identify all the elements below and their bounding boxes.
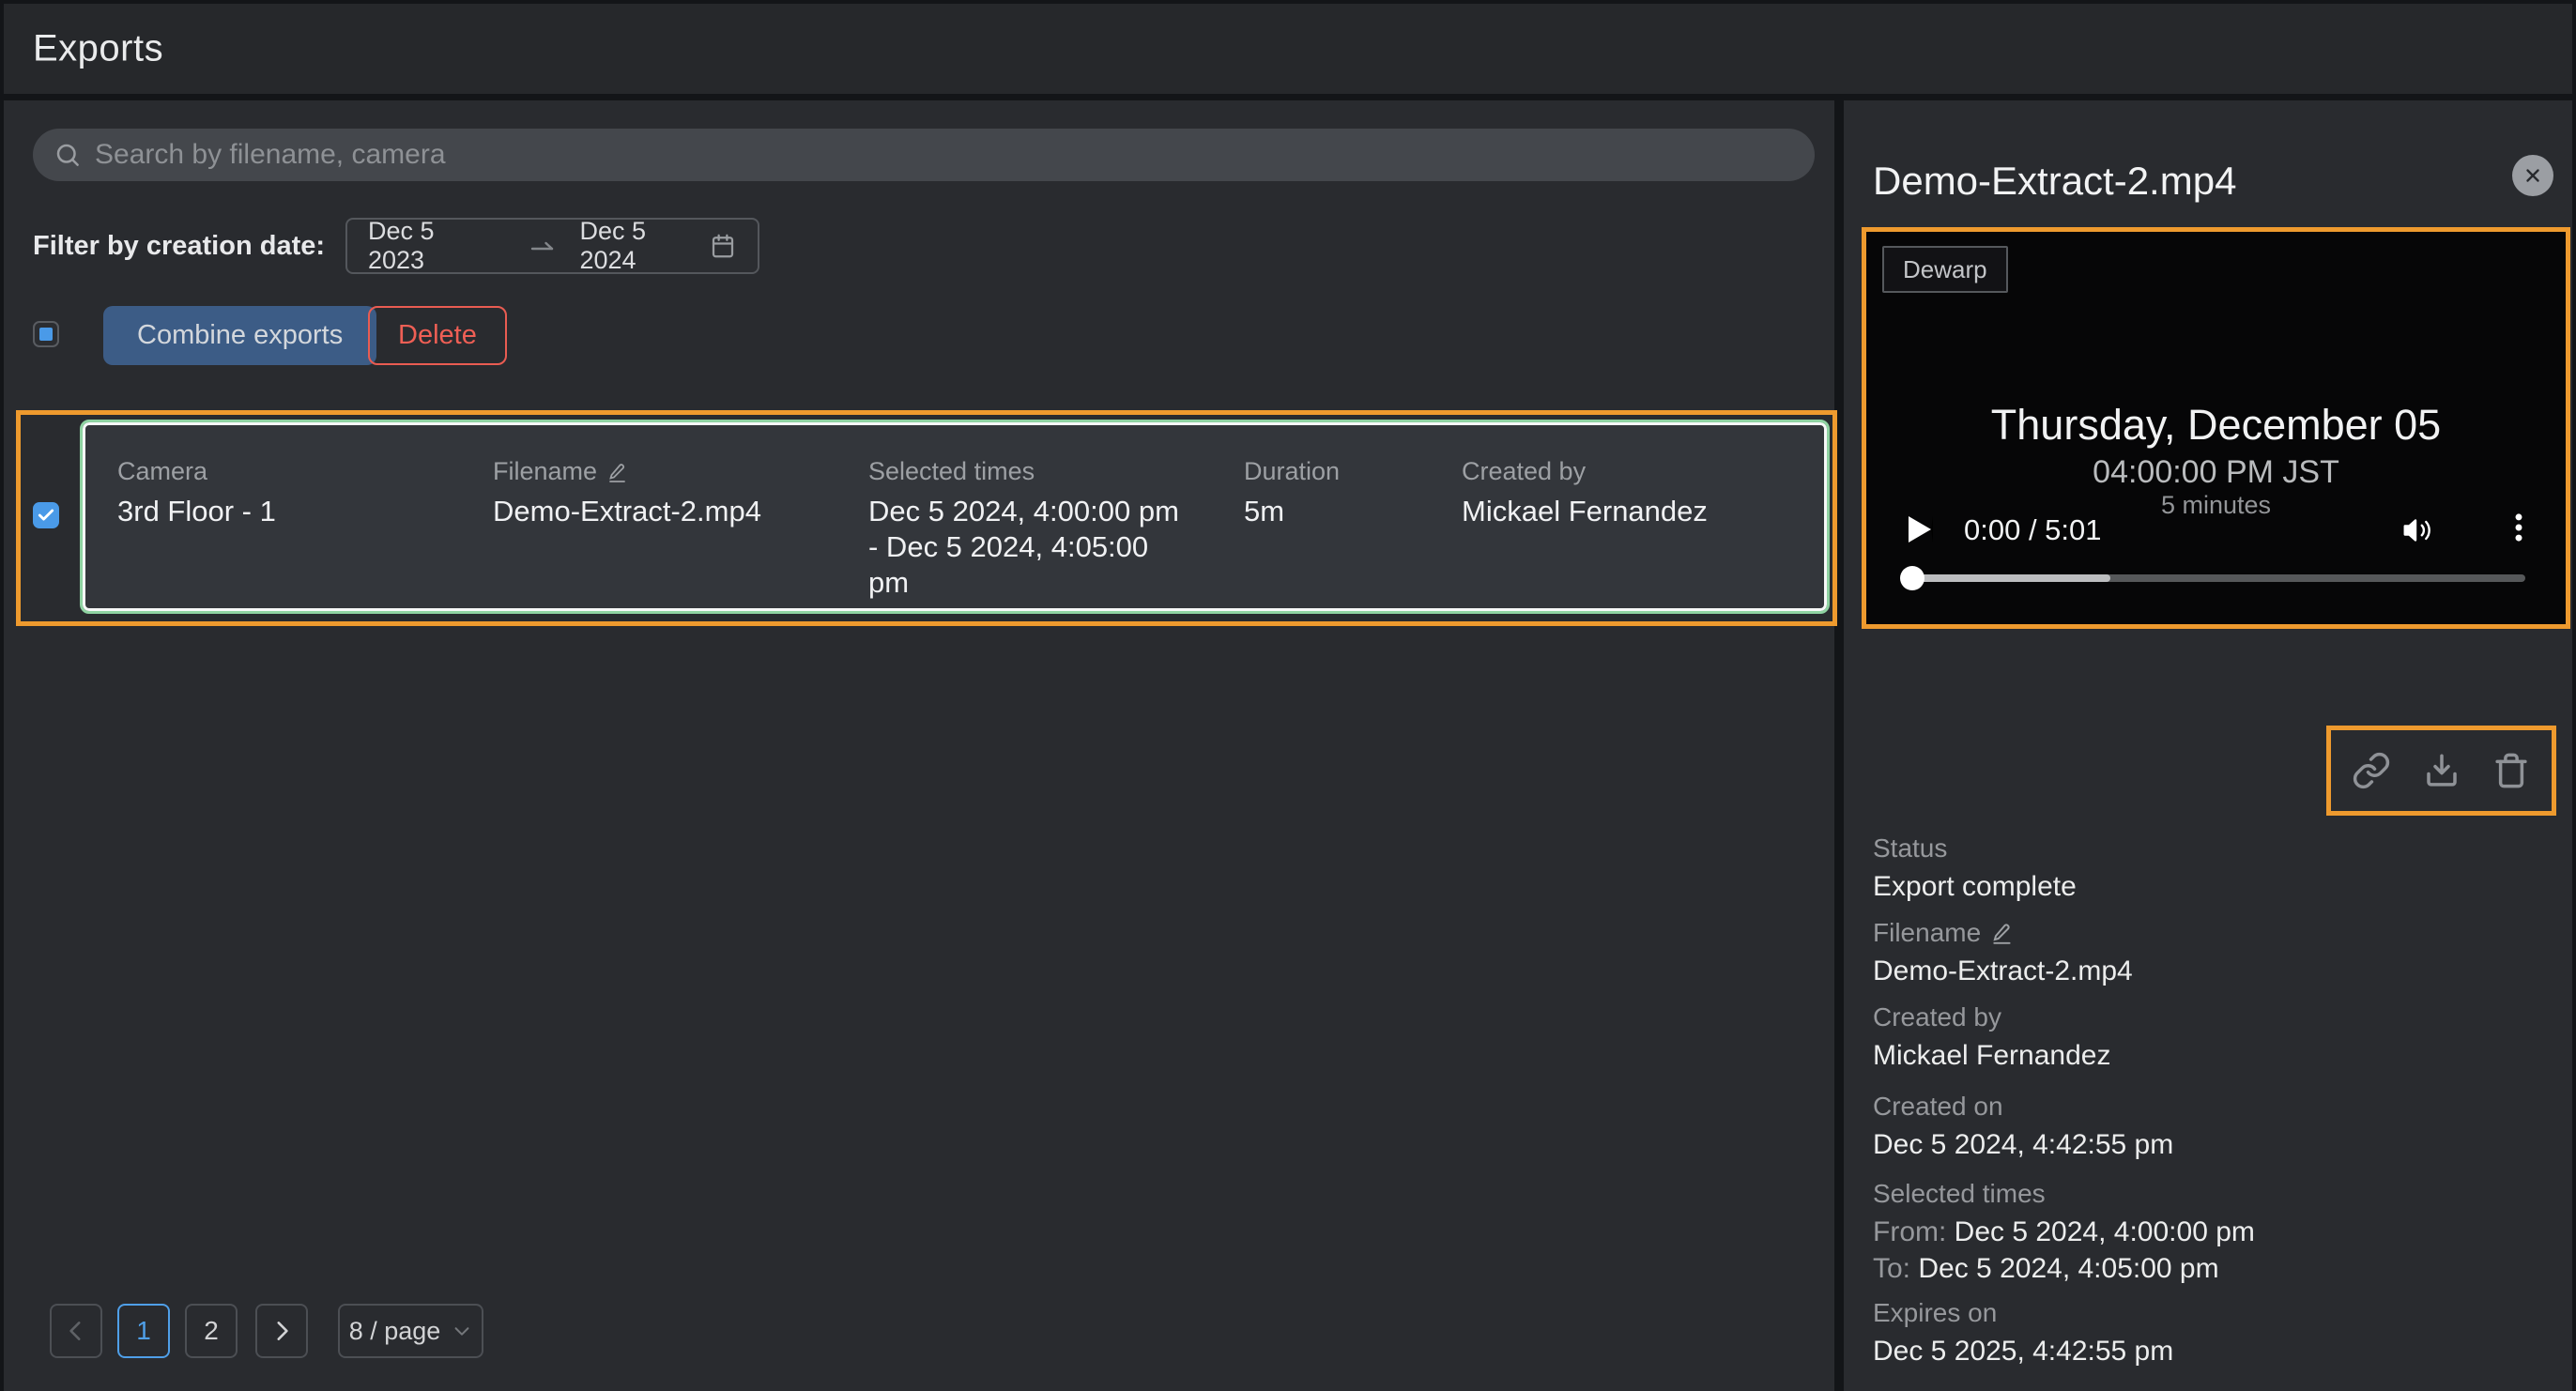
selected-times-column-label: Selected times	[868, 457, 1183, 486]
camera-cell: Camera 3rd Floor - 1	[117, 457, 276, 529]
delete-export-button[interactable]	[2492, 751, 2531, 790]
prev-page-button[interactable]	[50, 1304, 102, 1358]
created-by-column-label: Created by	[1462, 457, 1708, 486]
camera-column-label: Camera	[117, 457, 276, 486]
export-row[interactable]: Camera 3rd Floor - 1 Filename Demo-Extra…	[80, 420, 1830, 614]
player-time-overlay: 04:00:00 PM JST	[1866, 454, 2566, 491]
date-range-picker[interactable]: Dec 5 2023 Dec 5 2024	[345, 218, 759, 274]
swap-right-icon	[529, 233, 556, 259]
volume-button[interactable]	[2401, 513, 2435, 550]
edit-filename-detail-icon[interactable]	[1990, 921, 2015, 945]
selected-times-from: From: Dec 5 2024, 4:00:00 pm	[1873, 1215, 2255, 1249]
chevron-right-icon	[269, 1319, 294, 1343]
created-on-label: Created on	[1873, 1092, 2173, 1122]
page-title: Exports	[33, 28, 163, 70]
next-page-button[interactable]	[255, 1304, 308, 1358]
to-value: Dec 5 2024, 4:05:00 pm	[1918, 1253, 2218, 1284]
elapsed-time-display: 0:00 / 5:01	[1964, 513, 2102, 547]
created-by-field: Created by Mickael Fernandez	[1873, 1002, 2110, 1073]
kebab-menu-button[interactable]	[2501, 510, 2537, 548]
selected-times-value: Dec 5 2024, 4:00:00 pm - Dec 5 2024, 4:0…	[868, 494, 1183, 601]
date-range-start[interactable]: Dec 5 2023	[368, 217, 498, 275]
download-icon	[2422, 751, 2461, 790]
search-bar[interactable]	[33, 129, 1815, 181]
status-value: Export complete	[1873, 869, 2077, 904]
created-on-value: Dec 5 2024, 4:42:55 pm	[1873, 1127, 2173, 1162]
page-1-button[interactable]: 1	[117, 1304, 170, 1358]
dewarp-button[interactable]: Dewarp	[1882, 246, 2008, 293]
delete-button[interactable]: Delete	[368, 306, 507, 365]
seek-loaded-progress	[1906, 574, 2110, 582]
selected-times-cell: Selected times Dec 5 2024, 4:00:00 pm - …	[868, 457, 1183, 601]
edit-filename-icon[interactable]	[606, 461, 629, 483]
selected-times-field: Selected times From: Dec 5 2024, 4:00:00…	[1873, 1179, 2255, 1286]
annotation-action-buttons	[2326, 726, 2556, 816]
app-header: Exports	[4, 4, 2572, 94]
chevron-left-icon	[64, 1319, 88, 1343]
search-input[interactable]	[95, 139, 1794, 171]
page-2-button[interactable]: 2	[185, 1304, 238, 1358]
status-label: Status	[1873, 833, 2077, 864]
expires-on-label: Expires on	[1873, 1298, 2173, 1328]
created-by-detail-value: Mickael Fernandez	[1873, 1038, 2110, 1073]
player-date-overlay: Thursday, December 05	[1866, 401, 2566, 450]
status-field: Status Export complete	[1873, 833, 2077, 904]
exports-main-panel: Filter by creation date: Dec 5 2023 Dec …	[4, 100, 1834, 1391]
volume-icon	[2401, 513, 2435, 547]
filename-label: Filename	[1873, 918, 1981, 948]
date-range-end[interactable]: Dec 5 2024	[580, 217, 710, 275]
export-detail-panel: Demo-Extract-2.mp4 Dewarp Thursday, Dece…	[1844, 100, 2572, 1391]
from-value: Dec 5 2024, 4:00:00 pm	[1955, 1216, 2255, 1247]
page-size-select[interactable]: 8 / page	[338, 1304, 483, 1358]
seek-bar[interactable]	[1906, 574, 2525, 582]
expires-on-field: Expires on Dec 5 2025, 4:42:55 pm	[1873, 1298, 2173, 1368]
detail-title: Demo-Extract-2.mp4	[1873, 159, 2236, 204]
trash-icon	[2492, 751, 2531, 790]
filename-field: Filename Demo-Extract-2.mp4	[1873, 918, 2133, 988]
kebab-icon	[2501, 510, 2537, 545]
created-by-cell: Created by Mickael Fernandez	[1462, 457, 1708, 529]
created-on-field: Created on Dec 5 2024, 4:42:55 pm	[1873, 1092, 2173, 1162]
download-button[interactable]	[2422, 751, 2461, 790]
video-player[interactable]: Dewarp Thursday, December 05 04:00:00 PM…	[1866, 232, 2566, 624]
camera-value: 3rd Floor - 1	[117, 494, 276, 529]
copy-link-button[interactable]	[2352, 751, 2391, 790]
filename-column-label: Filename	[493, 457, 597, 486]
combine-exports-button[interactable]: Combine exports	[103, 306, 376, 365]
expires-on-value: Dec 5 2025, 4:42:55 pm	[1873, 1334, 2173, 1368]
page-size-value: 8 / page	[349, 1317, 441, 1346]
calendar-icon[interactable]	[709, 232, 737, 260]
chevron-down-icon	[452, 1321, 472, 1341]
duration-cell: Duration 5m	[1244, 457, 1340, 529]
selected-times-to: To: Dec 5 2024, 4:05:00 pm	[1873, 1251, 2255, 1286]
row-checkbox[interactable]	[33, 502, 59, 528]
select-all-checkbox[interactable]	[33, 321, 59, 347]
from-label: From:	[1873, 1216, 1946, 1247]
search-icon	[54, 141, 82, 169]
to-label: To:	[1873, 1253, 1910, 1284]
seek-thumb[interactable]	[1900, 566, 1924, 590]
close-panel-button[interactable]	[2512, 155, 2553, 196]
filter-by-creation-date-label: Filter by creation date:	[33, 231, 325, 262]
filename-cell: Filename Demo-Extract-2.mp4	[493, 457, 761, 529]
filename-value: Demo-Extract-2.mp4	[493, 494, 761, 529]
indeterminate-mark	[39, 328, 53, 341]
duration-value: 5m	[1244, 494, 1340, 529]
duration-column-label: Duration	[1244, 457, 1340, 486]
check-icon	[37, 506, 55, 525]
created-by-value: Mickael Fernandez	[1462, 494, 1708, 529]
link-icon	[2352, 751, 2391, 790]
close-icon	[2522, 165, 2543, 186]
selected-times-label: Selected times	[1873, 1179, 2255, 1209]
created-by-label: Created by	[1873, 1002, 2110, 1032]
play-button[interactable]	[1909, 516, 1933, 543]
filename-detail-value: Demo-Extract-2.mp4	[1873, 954, 2133, 988]
